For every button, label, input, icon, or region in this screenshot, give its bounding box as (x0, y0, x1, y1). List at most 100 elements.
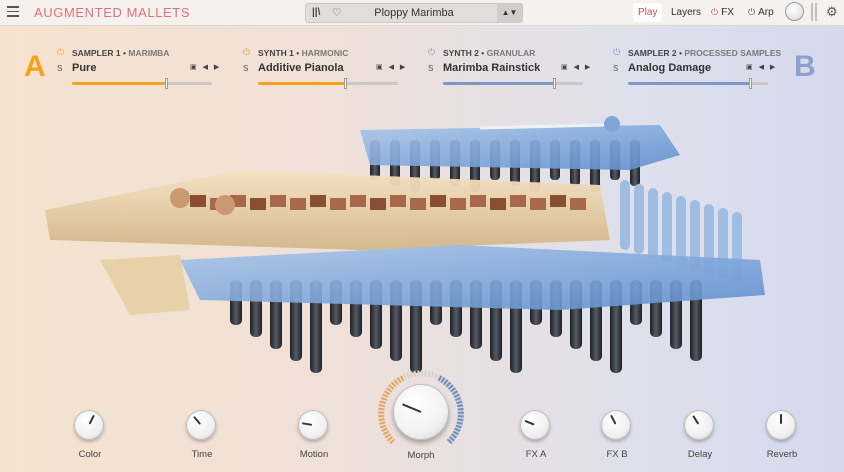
edit-icon[interactable]: ▣ (746, 64, 755, 71)
macro-knob[interactable] (684, 410, 714, 440)
slot-volume-slider[interactable] (258, 78, 398, 89)
pipe (662, 192, 672, 262)
marimba-bar (310, 195, 326, 207)
marimba-bar (510, 195, 526, 207)
tab-layers[interactable]: Layers (666, 3, 706, 22)
marimba-bar (390, 195, 406, 207)
slot-subtype: PROCESSED SAMPLES (684, 48, 782, 58)
macro-knob[interactable] (298, 410, 328, 440)
tab-fx[interactable]: ⏻ FX (706, 3, 739, 22)
knob-group-1: Time (172, 410, 232, 466)
marimba-bar (350, 195, 366, 207)
prev-arrow-icon[interactable]: ◀ (389, 64, 396, 71)
slot-header: SYNTH 1 • HARMONIC (258, 48, 348, 58)
slot-type: SAMPLER 1 • (72, 48, 126, 58)
marimba-bar (330, 198, 346, 210)
slider-handle[interactable] (164, 78, 168, 89)
next-arrow-icon[interactable]: ▶ (585, 64, 592, 71)
solo-button[interactable]: S (57, 64, 62, 73)
hamburger-menu-icon[interactable] (7, 6, 19, 18)
wood-lower-mass (100, 255, 190, 315)
slot-type: SYNTH 2 • (443, 48, 485, 58)
edit-icon[interactable]: ▣ (376, 64, 385, 71)
macro-knob[interactable] (186, 410, 216, 440)
slot-subtype: HARMONIC (301, 48, 349, 58)
tab-arp-label: Arp (758, 7, 774, 18)
slot-nav-controls[interactable]: ▣ ◀ ▶ (746, 63, 777, 71)
slot-nav-controls[interactable]: ▣ ◀ ▶ (561, 63, 592, 71)
macro-knob[interactable] (74, 410, 104, 440)
preset-name[interactable]: Ploppy Marimba (306, 7, 522, 19)
tab-arp[interactable]: ⏻ Arp (743, 3, 779, 22)
slider-fill (258, 82, 345, 85)
solo-button[interactable]: S (428, 64, 433, 73)
slot-volume-slider[interactable] (72, 78, 212, 89)
pipe (634, 184, 644, 254)
mallet-head (170, 188, 190, 208)
slot-volume-slider[interactable] (443, 78, 583, 89)
power-icon[interactable]: ⏻ (613, 47, 620, 58)
wood-mass (45, 170, 610, 250)
power-icon[interactable]: ⏻ (57, 47, 64, 58)
app-title: AUGMENTED MALLETS (34, 5, 191, 20)
marimba-bar (570, 198, 586, 210)
macro-knob[interactable] (520, 410, 550, 440)
knob-pointer (692, 415, 700, 425)
instrument-artwork (45, 116, 765, 373)
macro-knob[interactable] (601, 410, 631, 440)
next-arrow-icon[interactable]: ▶ (400, 64, 407, 71)
knob-label: FX A (525, 449, 547, 460)
power-icon[interactable]: ⏻ (428, 47, 435, 58)
slot-preset-name[interactable]: Pure (72, 62, 96, 74)
prev-arrow-icon[interactable]: ◀ (203, 64, 210, 71)
slot-preset-name[interactable]: Additive Pianola (258, 62, 344, 74)
prev-arrow-icon[interactable]: ◀ (759, 64, 766, 71)
slot-header: SAMPLER 1 • MARIMBA (72, 48, 169, 58)
gear-icon[interactable]: ⚙ (826, 4, 838, 20)
slot-nav-controls[interactable]: ▣ ◀ ▶ (190, 63, 221, 71)
pipe (620, 180, 630, 250)
marimba-bar (530, 198, 546, 210)
power-icon[interactable]: ⏻ (243, 47, 250, 58)
tab-fx-label: FX (721, 7, 734, 18)
slider-handle[interactable] (748, 78, 752, 89)
knob-group-6: Reverb (752, 410, 812, 466)
slot-nav-controls[interactable]: ▣ ◀ ▶ (376, 63, 407, 71)
blue-upper-mass (360, 125, 680, 170)
pipe (676, 196, 686, 266)
preset-browser[interactable]: ||\ ♡ Ploppy Marimba ▲▼ (305, 3, 523, 23)
level-meter (811, 3, 817, 21)
layer-slot-1[interactable]: ⏻ SAMPLER 1 • MARIMBA S Pure ▣ ◀ ▶ (57, 47, 222, 92)
slot-subtype: GRANULAR (486, 48, 536, 58)
top-bar: AUGMENTED MALLETS ||\ ♡ Ploppy Marimba ▲… (0, 0, 844, 26)
next-arrow-icon[interactable]: ▶ (214, 64, 221, 71)
mallet-head (215, 195, 235, 215)
power-icon: ⏻ (711, 7, 719, 17)
tab-play[interactable]: Play (633, 3, 663, 22)
solo-button[interactable]: S (613, 64, 618, 73)
prev-arrow-icon[interactable]: ◀ (574, 64, 581, 71)
knob-label: Time (191, 449, 213, 460)
morph-knob-group: Morph (373, 364, 469, 468)
next-arrow-icon[interactable]: ▶ (770, 64, 777, 71)
macro-knob[interactable] (766, 410, 796, 440)
slider-handle[interactable] (552, 78, 556, 89)
slot-volume-slider[interactable] (628, 78, 768, 89)
marimba-bar (250, 198, 266, 210)
solo-button[interactable]: S (243, 64, 248, 73)
preset-nav-arrows[interactable]: ▲▼ (497, 4, 522, 22)
slider-fill (628, 82, 750, 85)
knob-label: Color (78, 449, 102, 460)
layer-slot-3[interactable]: ⏻ SYNTH 2 • GRANULAR S Marimba Rainstick ▣ ◀… (428, 47, 593, 92)
layer-slot-2[interactable]: ⏻ SYNTH 1 • HARMONIC S Additive Pianola ▣ ◀ … (243, 47, 408, 92)
slot-preset-name[interactable]: Analog Damage (628, 62, 711, 74)
slot-preset-name[interactable]: Marimba Rainstick (443, 62, 540, 74)
side-b-label: B (794, 50, 816, 83)
slider-handle[interactable] (343, 78, 347, 89)
layer-slot-4[interactable]: ⏻ SAMPLER 2 • PROCESSED SAMPLES S Analog Da… (613, 47, 782, 92)
edit-icon[interactable]: ▣ (190, 64, 199, 71)
edit-icon[interactable]: ▣ (561, 64, 570, 71)
marimba-bar (550, 195, 566, 207)
master-volume-knob[interactable] (785, 2, 804, 21)
morph-knob[interactable] (393, 384, 449, 440)
